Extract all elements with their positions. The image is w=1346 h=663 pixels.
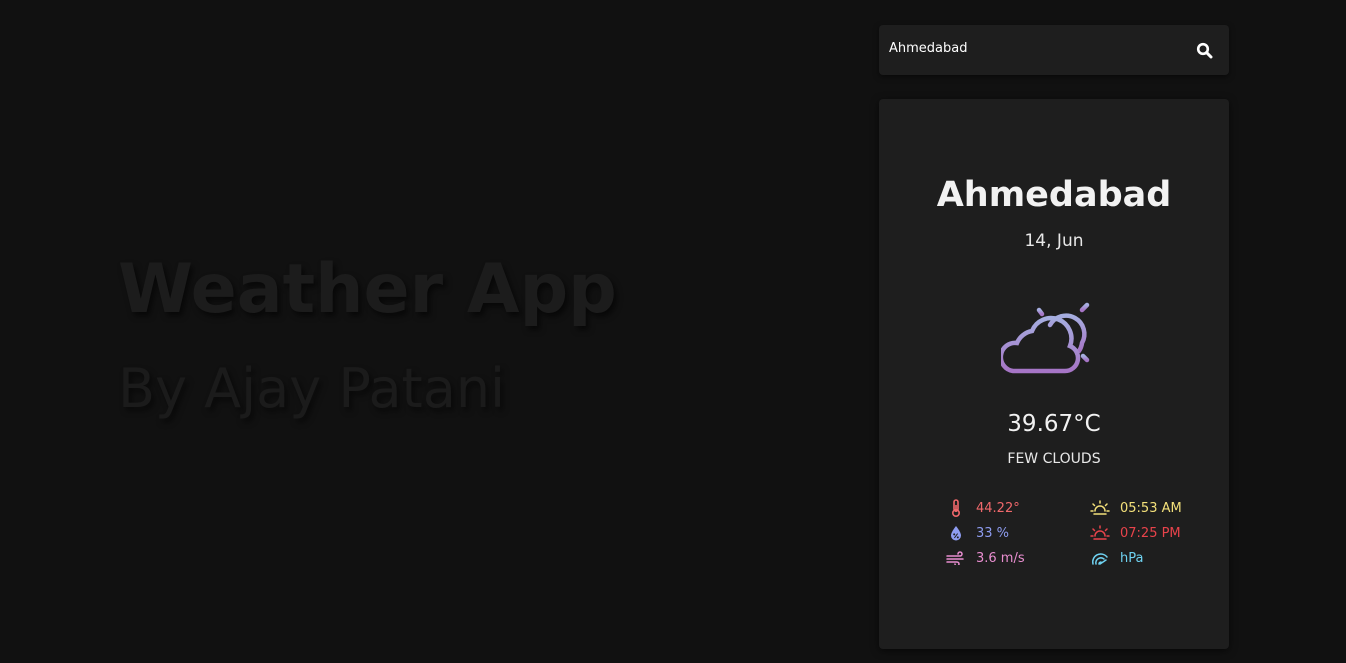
thermometer-icon — [945, 499, 967, 517]
humidity-icon — [945, 524, 967, 542]
sunset-icon — [1089, 524, 1111, 542]
app-page: Weather App By Ajay Patani Ahmedabad 14,… — [0, 0, 1346, 663]
wind-stat: 3.6 m/s — [945, 548, 1025, 568]
weather-description: few clouds — [1007, 451, 1101, 467]
sunset-value: 07:25 PM — [1120, 525, 1181, 541]
date: 14, Jun — [1024, 231, 1084, 251]
feels-like-value: 44.22° — [976, 500, 1020, 516]
search-bar — [879, 25, 1229, 75]
pressure-stat: hPa — [1089, 548, 1143, 568]
humidity-value: 33 % — [976, 525, 1010, 541]
hero-title: Weather App — [118, 250, 617, 329]
city-name: Ahmedabad — [936, 175, 1172, 215]
humidity-stat: 33 % — [945, 523, 1009, 543]
search-button[interactable] — [1179, 25, 1229, 75]
temperature: 39.67°C — [1007, 411, 1101, 437]
feels-like-stat: 44.22° — [945, 498, 1020, 518]
pressure-value: hPa — [1120, 550, 1144, 566]
sunset-stat: 07:25 PM — [1089, 523, 1181, 543]
wind-value: 3.6 m/s — [976, 550, 1025, 566]
wind-icon — [945, 549, 967, 567]
weather-card: Ahmedabad 14, Jun 39.67°C few clouds — [879, 99, 1229, 649]
search-input[interactable] — [879, 25, 1179, 75]
hero: Weather App By Ajay Patani — [118, 250, 617, 422]
partly-cloudy-icon — [1001, 296, 1101, 374]
sunrise-icon — [1089, 499, 1111, 517]
search-icon — [1196, 42, 1212, 58]
pressure-gauge-icon — [1089, 549, 1111, 567]
sunrise-stat: 05:53 AM — [1089, 498, 1182, 518]
sunrise-value: 05:53 AM — [1120, 500, 1182, 516]
hero-subtitle: By Ajay Patani — [118, 357, 506, 420]
